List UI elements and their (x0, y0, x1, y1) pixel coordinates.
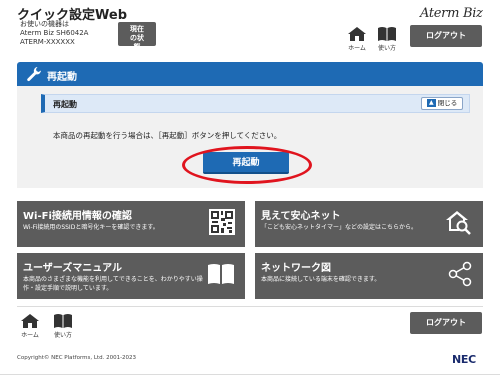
home-icon (21, 314, 39, 328)
book-icon (54, 314, 72, 328)
footer-bottom-line (0, 374, 500, 375)
tile-safe-net[interactable]: 見えて安心ネット 「こども安心ネットタイマー」などの設定はこちらから。 (255, 201, 483, 247)
section-title: 再起動 (47, 72, 77, 83)
footer-home-button[interactable]: ホーム (17, 313, 43, 339)
brand-logo: Aterm Biz (420, 6, 483, 21)
footer-logout-button[interactable]: ログアウト (410, 312, 482, 334)
wrench-icon (27, 67, 41, 82)
tile-network-map[interactable]: ネットワーク図 本商品に接続している端末を確認できます。 (255, 253, 483, 299)
footer-home-label: ホーム (21, 332, 39, 339)
collapse-button[interactable]: ▲ 閉じる (421, 97, 463, 110)
sub-header-title: 再起動 (53, 100, 77, 109)
manual-label: 使い方 (377, 45, 396, 52)
home-search-icon (446, 211, 471, 235)
device-caption: お使いの機器は (20, 20, 69, 28)
section-header: 再起動 (17, 62, 483, 86)
footer-manual-button[interactable]: 使い方 (50, 313, 76, 339)
header: クイック設定Web お使いの機器は Aterm Biz SH6042A ATER… (0, 0, 500, 52)
tile-desc: 本商品のさまざまな機能を利用してできることを、わかりやすい操作・設定手順で説明し… (23, 276, 203, 292)
current-status-button[interactable]: 現在の状態 (118, 22, 156, 51)
restart-message: 本商品の再起動を行う場合は、［再起動］ボタンを押してください。 (53, 131, 282, 140)
device-model: Aterm Biz SH6042A (20, 29, 89, 37)
tile-title: Wi-Fi接続用情報の確認 (23, 211, 132, 222)
tile-title: 見えて安心ネット (261, 211, 341, 222)
footer-manual-label: 使い方 (53, 332, 72, 339)
tile-wifi-info[interactable]: Wi-Fi接続用情報の確認 Wi-Fi接続用のSSIDと暗号化キーを確認できます… (17, 201, 245, 247)
share-network-icon (448, 261, 472, 287)
home-label: ホーム (348, 45, 366, 52)
tile-desc: Wi-Fi接続用のSSIDと暗号化キーを確認できます。 (23, 224, 159, 231)
tile-desc: 「こども安心ネットタイマー」などの設定はこちらから。 (261, 224, 418, 231)
sub-header: 再起動 ▲ 閉じる (41, 94, 470, 113)
device-info: お使いの機器は Aterm Biz SH6042A ATERM-XXXXXX (20, 20, 88, 47)
footer-divider (17, 306, 483, 307)
book-icon (378, 27, 396, 41)
tile-title: ユーザーズマニュアル (23, 263, 122, 274)
collapse-label: 閉じる (437, 99, 458, 107)
qr-code-icon (209, 209, 235, 235)
current-status-label: 現在の状態 (130, 25, 144, 51)
tile-title: ネットワーク図 (261, 263, 331, 274)
tile-user-manual[interactable]: ユーザーズマニュアル 本商品のさまざまな機能を利用してできることを、わかりやすい… (17, 253, 245, 299)
copyright-text: Copyright© NEC Platforms, Ltd. 2001-2023 (17, 355, 137, 361)
manual-button[interactable]: 使い方 (374, 26, 400, 52)
tile-desc: 本商品に接続している端末を確認できます。 (261, 276, 381, 283)
book-icon (208, 264, 234, 284)
logout-button[interactable]: ログアウト (410, 25, 482, 47)
home-icon (348, 27, 366, 41)
device-id: ATERM-XXXXXX (20, 38, 75, 46)
home-button[interactable]: ホーム (344, 26, 370, 52)
chevron-up-icon: ▲ (426, 99, 436, 107)
nec-logo: NEC (452, 353, 476, 366)
highlight-circle (182, 146, 312, 184)
